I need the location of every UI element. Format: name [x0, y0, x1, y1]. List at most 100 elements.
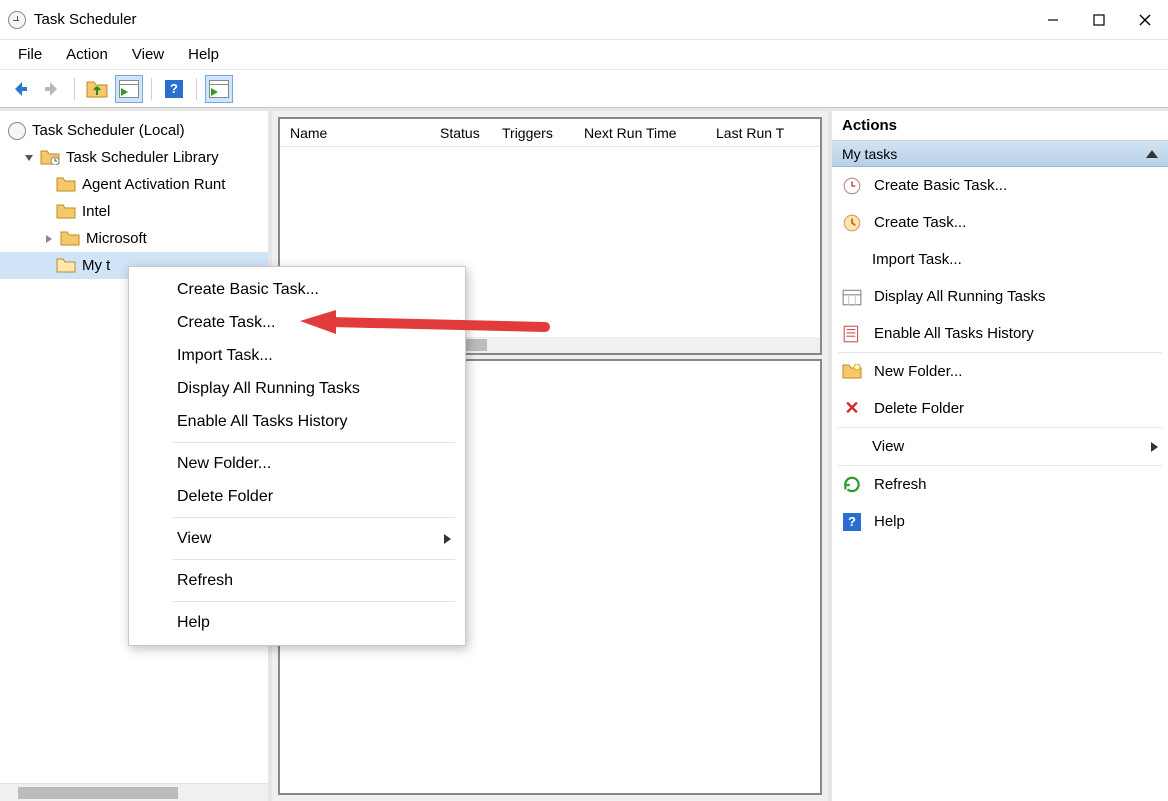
ctx-display-running[interactable]: Display All Running Tasks: [129, 372, 465, 405]
calendar-icon: [119, 80, 139, 98]
menu-help[interactable]: Help: [178, 42, 229, 67]
actions-pane: Actions My tasks Create Basic Task... Cr…: [832, 111, 1168, 801]
scheduler-icon: [8, 122, 26, 140]
context-menu: Create Basic Task... Create Task... Impo…: [128, 266, 466, 646]
action-help[interactable]: ? Help: [832, 503, 1168, 540]
action-label: Display All Running Tasks: [874, 288, 1045, 305]
action-delete-folder[interactable]: ✕ Delete Folder: [832, 390, 1168, 427]
col-last-run[interactable]: Last Run T: [706, 125, 820, 141]
action-label: Import Task...: [872, 251, 962, 268]
submenu-icon: [1151, 442, 1158, 452]
clock-icon: [842, 176, 862, 196]
ctx-refresh[interactable]: Refresh: [129, 564, 465, 597]
tree-node-label: Intel: [82, 203, 110, 220]
tree-library-label: Task Scheduler Library: [66, 149, 219, 166]
expander-icon[interactable]: [22, 151, 36, 165]
col-triggers[interactable]: Triggers: [492, 125, 574, 141]
menu-file[interactable]: File: [8, 42, 52, 67]
menu-action[interactable]: Action: [56, 42, 118, 67]
action-view[interactable]: View: [832, 428, 1168, 465]
window-title: Task Scheduler: [34, 11, 137, 28]
ctx-new-folder[interactable]: New Folder...: [129, 447, 465, 480]
tree-node-label: Microsoft: [86, 230, 147, 247]
action-label: Enable All Tasks History: [874, 325, 1034, 342]
col-name[interactable]: Name: [280, 125, 430, 141]
ctx-import-task[interactable]: Import Task...: [129, 339, 465, 372]
forward-button[interactable]: [38, 75, 66, 103]
actions-title: Actions: [832, 111, 1168, 141]
action-new-folder[interactable]: New Folder...: [832, 353, 1168, 390]
x-icon: ✕: [842, 399, 862, 419]
book-icon: [842, 324, 862, 344]
folder-icon: [40, 150, 60, 165]
action-create-task[interactable]: Create Task...: [832, 204, 1168, 241]
toolbar: ?: [0, 70, 1168, 108]
divider: [173, 517, 455, 518]
tree-node-intel[interactable]: Intel: [0, 198, 268, 225]
ctx-help[interactable]: Help: [129, 606, 465, 639]
actions-list: Create Basic Task... Create Task... Impo…: [832, 167, 1168, 801]
titlebar: Task Scheduler: [0, 0, 1168, 40]
app-icon: [8, 11, 26, 29]
properties-toggle[interactable]: [115, 75, 143, 103]
folder-icon: [56, 177, 76, 192]
action-label: Refresh: [874, 476, 927, 493]
folder-icon: [60, 231, 80, 246]
horizontal-scrollbar[interactable]: [0, 783, 268, 801]
ctx-delete-folder[interactable]: Delete Folder: [129, 480, 465, 513]
tree-root-label: Task Scheduler (Local): [32, 122, 185, 139]
up-folder-button[interactable]: [83, 75, 111, 103]
task-list-header: Name Status Triggers Next Run Time Last …: [280, 119, 820, 147]
calendar-icon: [209, 80, 229, 98]
divider: [173, 442, 455, 443]
tree-node-label: My t: [82, 257, 110, 274]
help-icon: ?: [842, 512, 862, 532]
submenu-icon: [444, 534, 451, 544]
clock-icon: [842, 213, 862, 233]
schedule-toggle[interactable]: [205, 75, 233, 103]
menubar: File Action View Help: [0, 40, 1168, 70]
scrollbar-thumb[interactable]: [18, 787, 178, 799]
action-create-basic-task[interactable]: Create Basic Task...: [832, 167, 1168, 204]
action-enable-history[interactable]: Enable All Tasks History: [832, 315, 1168, 352]
ctx-enable-history[interactable]: Enable All Tasks History: [129, 405, 465, 438]
ctx-create-task[interactable]: Create Task...: [129, 306, 465, 339]
help-icon: ?: [165, 80, 183, 98]
folder-icon: [56, 204, 76, 219]
minimize-button[interactable]: [1030, 0, 1076, 40]
ctx-label: View: [177, 530, 211, 548]
action-display-running[interactable]: Display All Running Tasks: [832, 278, 1168, 315]
collapse-icon: [1146, 150, 1158, 158]
close-button[interactable]: [1122, 0, 1168, 40]
menu-view[interactable]: View: [122, 42, 174, 67]
divider: [173, 601, 455, 602]
tree-library[interactable]: Task Scheduler Library: [0, 144, 268, 171]
ctx-create-basic-task[interactable]: Create Basic Task...: [129, 273, 465, 306]
ctx-view[interactable]: View: [129, 522, 465, 555]
action-label: Create Basic Task...: [874, 177, 1007, 194]
divider: [173, 559, 455, 560]
action-refresh[interactable]: Refresh: [832, 466, 1168, 503]
expander-icon[interactable]: [42, 232, 56, 246]
back-button[interactable]: [6, 75, 34, 103]
folder-icon: [56, 258, 76, 273]
tree-node-agent[interactable]: Agent Activation Runt: [0, 171, 268, 198]
calendar-icon: [842, 287, 862, 307]
actions-context-label: My tasks: [842, 146, 897, 162]
action-label: View: [872, 438, 904, 455]
maximize-button[interactable]: [1076, 0, 1122, 40]
action-label: Delete Folder: [874, 400, 964, 417]
new-folder-icon: [842, 362, 862, 382]
refresh-icon: [842, 475, 862, 495]
action-label: Help: [874, 513, 905, 530]
col-next-run[interactable]: Next Run Time: [574, 125, 706, 141]
action-label: New Folder...: [874, 363, 962, 380]
help-toolbar-button[interactable]: ?: [160, 75, 188, 103]
toolbar-separator: [151, 78, 152, 100]
action-import-task[interactable]: Import Task...: [832, 241, 1168, 278]
actions-context-band[interactable]: My tasks: [832, 141, 1168, 167]
tree-root[interactable]: Task Scheduler (Local): [0, 117, 268, 144]
toolbar-separator: [74, 78, 75, 100]
col-status[interactable]: Status: [430, 125, 492, 141]
tree-node-microsoft[interactable]: Microsoft: [0, 225, 268, 252]
